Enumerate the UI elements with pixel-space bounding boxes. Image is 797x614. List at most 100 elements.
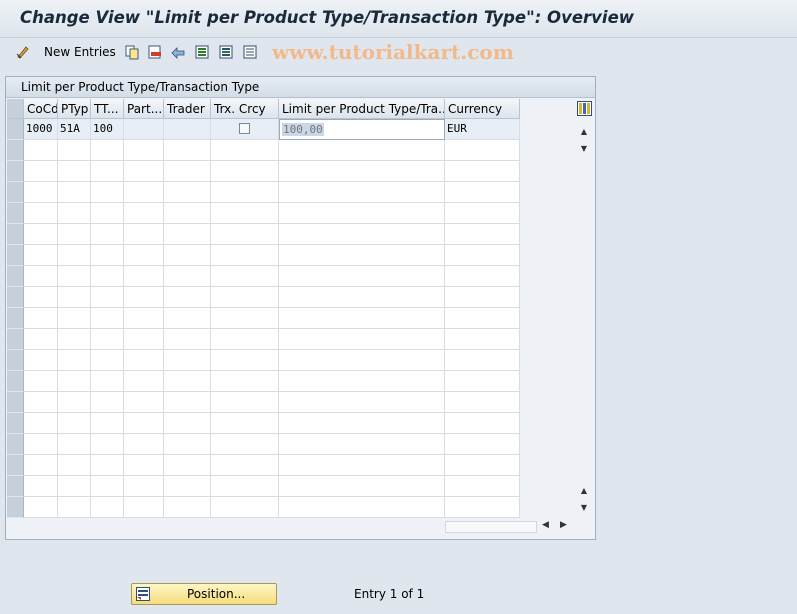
delete-icon[interactable] [147, 44, 163, 60]
table-cell[interactable] [211, 203, 279, 224]
table-cell[interactable] [91, 392, 124, 413]
table-cell[interactable] [58, 497, 91, 518]
row-selector[interactable] [7, 161, 24, 182]
scroll-right-icon[interactable]: ▶ [560, 520, 567, 530]
table-cell[interactable] [58, 161, 91, 182]
column-header-trader[interactable]: Trader [164, 99, 211, 119]
table-cell[interactable] [445, 476, 520, 497]
scroll-page-down-icon[interactable]: ▼ [578, 501, 590, 513]
table-cell[interactable] [58, 455, 91, 476]
table-cell[interactable] [91, 203, 124, 224]
row-selector[interactable] [7, 182, 24, 203]
table-cell[interactable] [164, 140, 211, 161]
table-cell[interactable] [24, 350, 58, 371]
row-selector[interactable] [7, 140, 24, 161]
select-all-rows-button[interactable] [7, 99, 24, 119]
table-cell[interactable] [279, 413, 445, 434]
table-cell[interactable] [124, 287, 164, 308]
row-selector[interactable] [7, 371, 24, 392]
table-cell[interactable] [91, 161, 124, 182]
table-cell[interactable] [164, 455, 211, 476]
table-cell[interactable] [58, 182, 91, 203]
table-cell[interactable] [58, 476, 91, 497]
table-cell[interactable] [279, 350, 445, 371]
table-cell[interactable] [124, 434, 164, 455]
copy-icon[interactable] [124, 44, 140, 60]
table-cell[interactable] [279, 182, 445, 203]
table-cell[interactable] [124, 140, 164, 161]
table-cell[interactable] [58, 140, 91, 161]
table-cell[interactable] [164, 203, 211, 224]
row-selector[interactable] [7, 476, 24, 497]
table-cell[interactable] [279, 203, 445, 224]
table-cell[interactable] [279, 161, 445, 182]
table-cell[interactable] [124, 455, 164, 476]
table-cell[interactable] [24, 287, 58, 308]
table-cell[interactable] [91, 371, 124, 392]
table-cell[interactable] [279, 329, 445, 350]
table-cell[interactable] [58, 308, 91, 329]
table-cell[interactable] [24, 266, 58, 287]
table-cell[interactable] [445, 308, 520, 329]
scroll-up-icon[interactable]: ▲ [578, 125, 590, 137]
table-cell[interactable] [445, 161, 520, 182]
table-cell[interactable] [279, 455, 445, 476]
table-cell[interactable] [445, 245, 520, 266]
table-cell[interactable] [164, 308, 211, 329]
table-cell[interactable] [279, 497, 445, 518]
select-block-icon[interactable] [218, 44, 234, 60]
table-cell[interactable] [58, 287, 91, 308]
table-cell[interactable] [164, 476, 211, 497]
column-header-trx-crcy[interactable]: Trx. Crcy [211, 99, 279, 119]
table-cell[interactable] [58, 245, 91, 266]
table-cell[interactable] [58, 224, 91, 245]
table-cell[interactable] [445, 329, 520, 350]
column-header-currency[interactable]: Currency [445, 99, 520, 119]
table-cell[interactable] [211, 245, 279, 266]
table-cell[interactable] [124, 413, 164, 434]
table-cell[interactable] [164, 182, 211, 203]
table-cell[interactable] [211, 182, 279, 203]
select-all-icon[interactable] [194, 44, 210, 60]
table-cell[interactable] [24, 245, 58, 266]
table-cell[interactable] [24, 392, 58, 413]
table-cell[interactable] [91, 434, 124, 455]
table-cell[interactable] [211, 413, 279, 434]
trx-crcy-checkbox[interactable] [239, 123, 250, 134]
table-cell[interactable] [164, 371, 211, 392]
table-cell[interactable] [211, 497, 279, 518]
table-cell[interactable] [279, 224, 445, 245]
table-cell[interactable] [445, 434, 520, 455]
table-cell[interactable] [279, 287, 445, 308]
table-cell[interactable] [164, 245, 211, 266]
table-cell[interactable] [164, 266, 211, 287]
table-cell[interactable] [91, 182, 124, 203]
table-cell[interactable] [58, 203, 91, 224]
table-cell[interactable] [24, 413, 58, 434]
table-cell[interactable] [164, 161, 211, 182]
column-header-part[interactable]: Part... [124, 99, 164, 119]
table-cell[interactable] [164, 329, 211, 350]
table-cell[interactable] [211, 455, 279, 476]
row-selector[interactable] [7, 266, 24, 287]
table-cell[interactable] [445, 392, 520, 413]
table-cell[interactable] [58, 329, 91, 350]
table-cell[interactable] [91, 476, 124, 497]
table-cell[interactable] [445, 350, 520, 371]
table-cell[interactable] [164, 497, 211, 518]
table-cell[interactable] [91, 329, 124, 350]
row-selector[interactable] [7, 455, 24, 476]
table-cell[interactable] [58, 371, 91, 392]
column-config-icon[interactable] [577, 101, 592, 116]
row-selector[interactable] [7, 203, 24, 224]
table-cell[interactable] [279, 308, 445, 329]
row-selector[interactable] [7, 287, 24, 308]
table-cell[interactable] [445, 140, 520, 161]
row-selector[interactable] [7, 497, 24, 518]
table-cell[interactable] [445, 224, 520, 245]
column-header-limit[interactable]: Limit per Product Type/Tra... [279, 99, 445, 119]
row-selector[interactable] [7, 350, 24, 371]
table-cell[interactable] [91, 497, 124, 518]
table-cell[interactable] [24, 161, 58, 182]
table-cell[interactable] [279, 245, 445, 266]
